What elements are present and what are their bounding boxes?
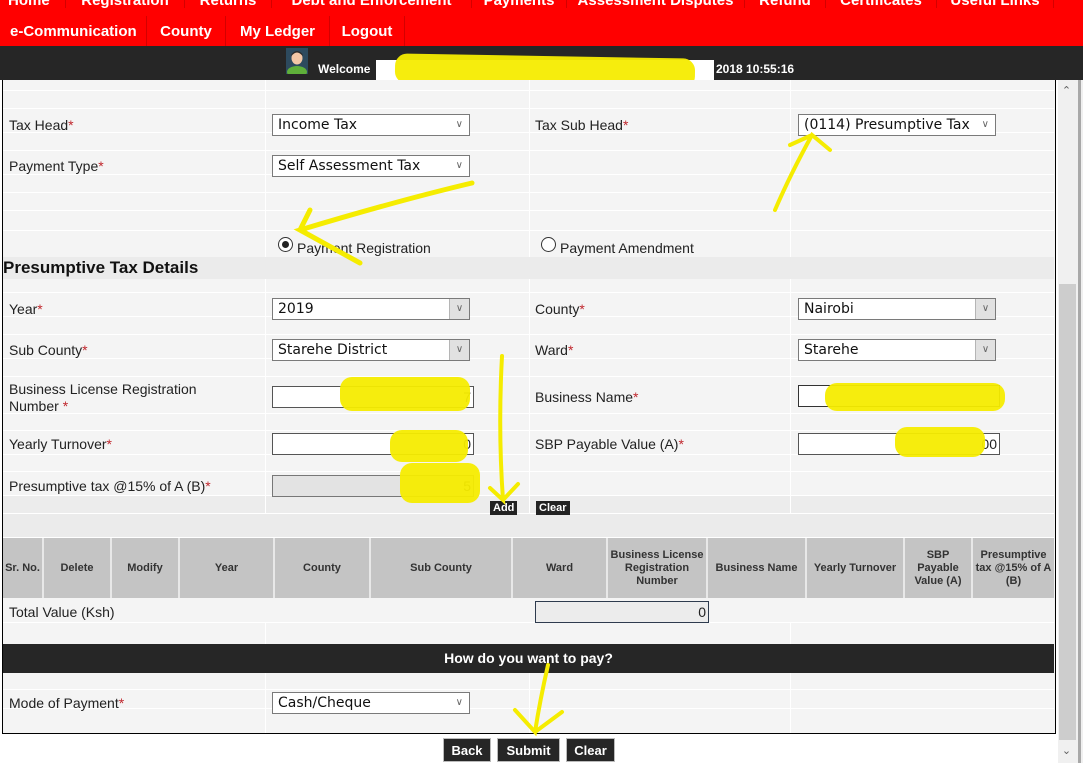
col-divider (790, 673, 791, 733)
tax-head-select[interactable]: Income Tax ∨ (272, 114, 470, 136)
th-presumptive-tax: Presumptive tax @15% of A (B) (975, 548, 1052, 587)
th-modify: Modify (112, 538, 180, 598)
sub-county-select[interactable]: Starehe District ∨ (272, 339, 470, 361)
payment-registration-radio[interactable] (278, 237, 293, 252)
col-divider (265, 279, 266, 514)
mode-of-payment-label: Mode of Payment* (9, 695, 125, 711)
nav-refund[interactable]: Refund (745, 0, 826, 8)
vertical-scrollbar[interactable]: ⌃ ⌄ (1058, 80, 1083, 763)
clear-button[interactable]: Clear (566, 738, 615, 762)
nav-useful-links[interactable]: Useful Links (937, 0, 1054, 8)
redaction-highlight (390, 430, 468, 462)
chevron-down-icon: ∨ (455, 119, 463, 130)
col-divider (529, 673, 530, 733)
submit-button[interactable]: Submit (497, 738, 560, 762)
records-table-header: Sr. No. Delete Modify Year County Sub Co… (3, 538, 1054, 598)
redaction-highlight (400, 463, 480, 503)
yearly-turnover-label: Yearly Turnover* (9, 436, 112, 452)
chevron-down-icon: ∨ (455, 697, 463, 708)
tax-sub-head-label: Tax Sub Head* (535, 117, 629, 133)
year-label: Year* (9, 301, 43, 317)
th-sr-no: Sr. No. (3, 538, 44, 598)
col-divider (265, 622, 266, 644)
nav-county[interactable]: County (147, 16, 226, 46)
year-select[interactable]: 2019 ∨ (272, 298, 470, 320)
col-divider (790, 622, 791, 644)
col-divider (790, 279, 791, 514)
nav-registration[interactable]: Registration (66, 0, 185, 8)
th-year: Year (180, 538, 275, 598)
payment-amendment-radio[interactable] (541, 237, 556, 252)
nav-payments[interactable]: Payments (472, 0, 567, 8)
th-delete: Delete (44, 538, 112, 598)
business-name-label: Business Name* (535, 389, 639, 405)
nav-row-primary: Home Registration Returns Debt and Enfor… (0, 0, 1054, 8)
col-divider (265, 80, 266, 257)
col-divider (529, 279, 530, 514)
redaction-highlight (825, 383, 1005, 411)
col-divider (265, 673, 266, 733)
nav-row-secondary: e-Communication County My Ledger Logout (0, 16, 405, 46)
chevron-down-icon: ∨ (449, 340, 469, 360)
redaction-highlight (340, 377, 470, 411)
payment-section-header: How do you want to pay? (3, 644, 1054, 673)
payment-amendment-label[interactable]: Payment Amendment (560, 240, 694, 256)
total-value-field: 0 (535, 601, 709, 623)
nav-certificates[interactable]: Certificates (826, 0, 937, 8)
col-divider (529, 80, 530, 257)
th-sub-county: Sub County (371, 538, 513, 598)
mode-of-payment-select[interactable]: Cash/Cheque ∨ (272, 692, 470, 714)
ward-label: Ward* (535, 342, 574, 358)
th-ward: Ward (513, 538, 608, 598)
chevron-down-icon: ∨ (449, 299, 469, 319)
top-navigation: Home Registration Returns Debt and Enfor… (0, 0, 1083, 46)
nav-home[interactable]: Home (0, 0, 66, 8)
payment-type-label: Payment Type* (9, 158, 104, 174)
chevron-down-icon: ∨ (455, 160, 463, 171)
col-divider (790, 80, 791, 257)
presumptive-tax-details-title: Presumptive Tax Details (3, 257, 1054, 279)
sbp-payable-label: SBP Payable Value (A)* (535, 436, 684, 452)
scroll-up-icon[interactable]: ⌃ (1058, 84, 1075, 101)
row-divider (3, 622, 1054, 623)
county-label: County* (535, 301, 585, 317)
payment-type-select[interactable]: Self Assessment Tax ∨ (272, 155, 470, 177)
chevron-down-icon: ∨ (975, 299, 995, 319)
main-content: Tax Head* Income Tax ∨ Tax Sub Head* (011… (0, 80, 1058, 763)
chevron-down-icon: ∨ (975, 340, 995, 360)
th-business-license: Business License Registration Number (608, 538, 708, 598)
redaction-highlight (895, 427, 985, 457)
th-sbp-payable: SBP Payable Value (A) (905, 538, 973, 598)
presumptive-tax-label: Presumptive tax @15% of A (B)* (9, 478, 211, 494)
user-avatar-icon (286, 48, 308, 74)
total-value-label: Total Value (Ksh) (9, 604, 115, 620)
th-yearly-turnover: Yearly Turnover (807, 538, 905, 598)
scroll-down-icon[interactable]: ⌄ (1058, 744, 1075, 761)
add-button[interactable]: Add (490, 501, 518, 515)
sub-county-label: Sub County* (9, 342, 88, 358)
back-button[interactable]: Back (443, 738, 491, 762)
scrollbar-edge (1078, 80, 1081, 763)
nav-assessment-disputes[interactable]: Assessment Disputes (567, 0, 745, 8)
tax-head-label: Tax Head* (9, 117, 74, 133)
spacer-band (3, 514, 1054, 538)
nav-debt-enforcement[interactable]: Debt and Enforcement (272, 0, 472, 8)
nav-returns[interactable]: Returns (185, 0, 272, 8)
business-license-label: Business License Registration Number * (9, 381, 197, 414)
payment-registration-label[interactable]: Payment Registration (297, 240, 431, 256)
th-county: County (275, 538, 371, 598)
ward-select[interactable]: Starehe ∨ (798, 339, 996, 361)
scrollbar-thumb[interactable] (1059, 284, 1076, 740)
clear-details-button[interactable]: Clear (536, 501, 570, 515)
welcome-label: Welcome (318, 62, 371, 76)
nav-my-ledger[interactable]: My Ledger (226, 16, 330, 46)
tax-sub-head-select[interactable]: (0114) Presumptive Tax ∨ (798, 114, 996, 136)
nav-logout[interactable]: Logout (330, 16, 405, 46)
login-datetime: 2018 10:55:16 (716, 62, 795, 76)
th-business-name: Business Name (708, 538, 807, 598)
chevron-down-icon: ∨ (981, 119, 989, 130)
nav-e-communication[interactable]: e-Communication (0, 16, 147, 46)
county-select[interactable]: Nairobi ∨ (798, 298, 996, 320)
